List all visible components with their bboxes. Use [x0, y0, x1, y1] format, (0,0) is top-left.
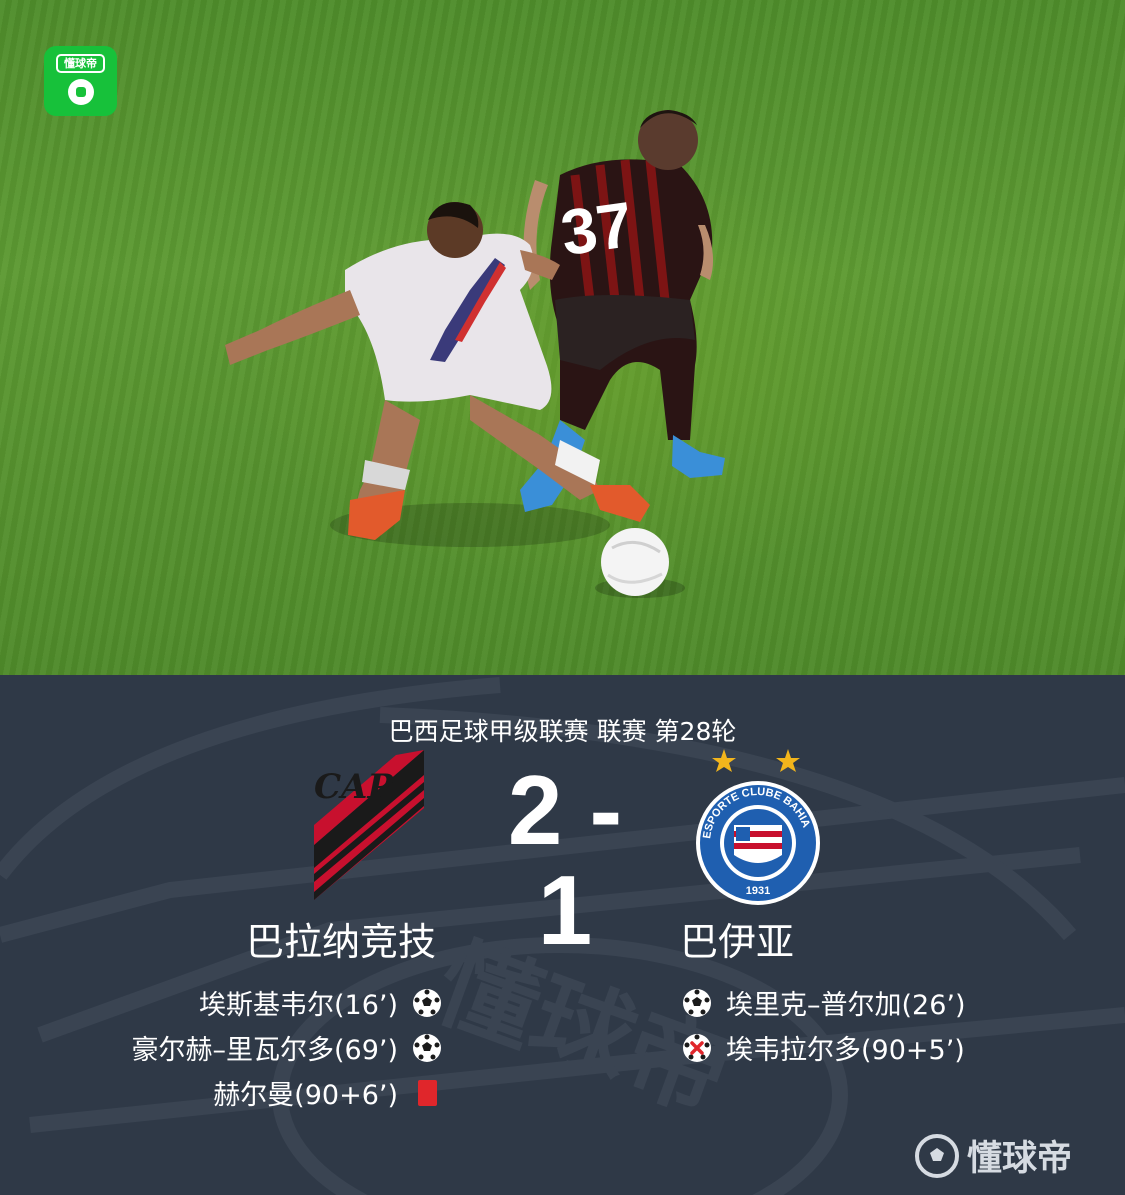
app-badge-label: 懂球帝 — [56, 54, 105, 73]
event-text: 豪尔赫–里瓦尔多(69’) — [131, 1035, 398, 1066]
goal-ball-icon — [683, 988, 711, 1017]
event-item: 埃韦拉尔多(90+5’) — [682, 1025, 966, 1070]
competition-title: 巴西足球甲级联赛 联赛 第28轮 — [388, 717, 737, 746]
home-team-name: 巴拉纳竞技 — [246, 920, 437, 964]
away-events-list: 埃里克–普尔加(26’) 埃韦拉尔多(90+5’) — [682, 980, 966, 1070]
home-team-crest: CAP — [314, 750, 424, 900]
red-card-icon — [418, 1079, 437, 1106]
match-photo: 37 懂球帝 — [0, 0, 1125, 675]
watermark-logo: 懂球帝 — [915, 1130, 1072, 1181]
home-events-list: 埃斯基韦尔(16’) 豪尔赫–里瓦尔多(69’) 赫尔曼(90+6’) — [131, 980, 442, 1115]
soccer-ball-icon — [67, 79, 94, 105]
event-item: 赫尔曼(90+6’) — [131, 1070, 442, 1115]
svg-text:37: 37 — [556, 188, 637, 269]
football — [601, 528, 669, 596]
players-illustration: 37 — [225, 110, 725, 598]
match-result-panel: 懂球帝 巴西足球甲级联赛 联赛 第28轮 CAP 2 - 1 ESPORTE C… — [0, 675, 1125, 1195]
app-badge: 懂球帝 — [44, 46, 117, 116]
goal-ball-icon — [413, 988, 441, 1017]
away-team-crest: ESPORTE CLUBE BAHIA 1931 — [696, 749, 820, 905]
event-text: 埃斯基韦尔(16’) — [198, 990, 398, 1021]
event-text: 埃里克–普尔加(26’) — [726, 990, 966, 1021]
goal-ball-icon — [413, 1033, 441, 1062]
svg-text:1931: 1931 — [746, 885, 770, 897]
missed-penalty-icon — [683, 1033, 711, 1062]
event-text: 赫尔曼(90+6’) — [213, 1080, 398, 1111]
score: 2 - 1 — [507, 755, 623, 965]
event-item: 埃斯基韦尔(16’) — [131, 980, 442, 1025]
away-team-name: 巴伊亚 — [680, 920, 795, 964]
soccer-ball-icon — [915, 1133, 959, 1178]
star-icon — [712, 749, 736, 772]
event-text: 埃韦拉尔多(90+5’) — [726, 1035, 965, 1066]
svg-text:CAP: CAP — [314, 767, 394, 807]
event-item: 埃里克–普尔加(26’) — [682, 980, 966, 1025]
star-icon — [776, 749, 800, 772]
event-item: 豪尔赫–里瓦尔多(69’) — [131, 1025, 442, 1070]
watermark-text: 懂球帝 — [967, 1139, 1073, 1179]
